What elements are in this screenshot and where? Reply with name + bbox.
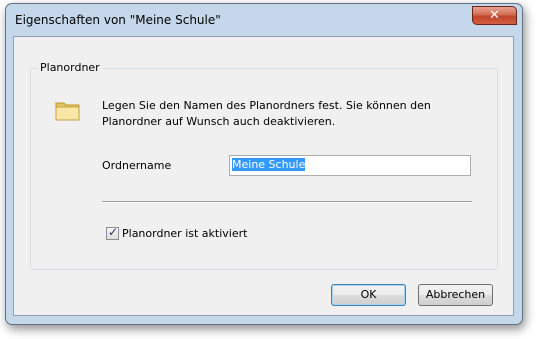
separator xyxy=(102,201,472,203)
folder-name-input[interactable]: Meine Schule xyxy=(229,155,471,176)
window-title: Eigenschaften von "Meine Schule" xyxy=(15,13,221,27)
description-text: Legen Sie den Namen des Planordners fest… xyxy=(102,99,431,128)
folder-name-label: Ordnername xyxy=(102,159,172,172)
ok-button[interactable]: OK xyxy=(331,284,406,306)
dialog-window: Eigenschaften von "Meine Schule" ✕ Plano… xyxy=(5,3,523,325)
close-button[interactable]: ✕ xyxy=(472,6,517,25)
groupbox-label: Planordner xyxy=(38,61,102,74)
activated-checkbox-label[interactable]: Planordner ist aktiviert xyxy=(122,227,247,240)
folder-icon xyxy=(55,102,80,121)
cancel-button[interactable]: Abbrechen xyxy=(418,284,493,306)
dialog-body: Planordner Legen Sie den Namen des Plano… xyxy=(13,36,514,316)
activated-checkbox[interactable]: ✓ xyxy=(106,225,119,240)
folder-name-value: Meine Schule xyxy=(232,158,306,171)
close-icon: ✕ xyxy=(489,8,500,23)
title-bar[interactable]: Eigenschaften von "Meine Schule" ✕ xyxy=(6,4,522,40)
checkmark-icon: ✓ xyxy=(108,225,119,239)
